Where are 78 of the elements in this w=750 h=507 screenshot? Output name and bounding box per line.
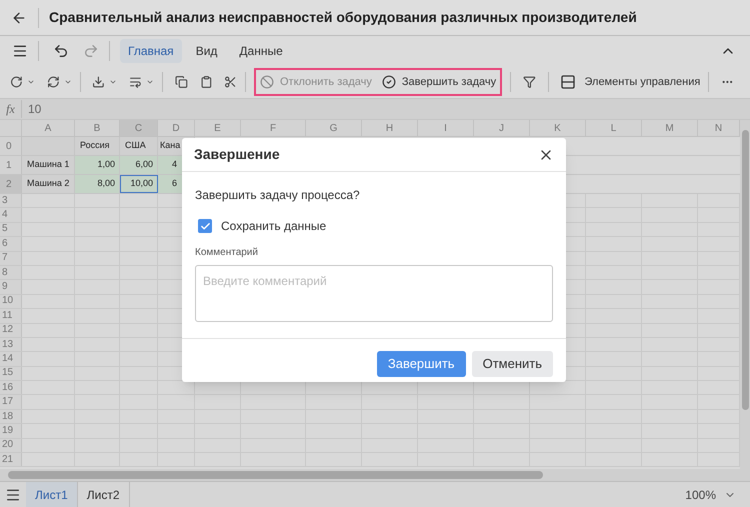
menu-icon[interactable] [12,43,28,59]
table-cell: США [120,137,158,155]
table-cell: 1,00 [75,156,120,174]
table-cell: Россия [75,137,120,155]
fx-label: fx [0,100,22,118]
column-header[interactable]: L [586,120,642,136]
controls-button[interactable]: Элементы управления [560,74,700,90]
row-header[interactable]: 12 [0,324,22,337]
column-header[interactable]: K [530,120,586,136]
complete-button[interactable]: Завершить [376,351,466,377]
vertical-scrollbar[interactable] [740,120,750,481]
table-cell: Машина 1 [22,156,75,174]
column-header[interactable]: F [241,120,306,136]
row-header[interactable]: 13 [0,338,22,352]
row-header[interactable]: 8 [0,266,22,280]
row-header[interactable]: 14 [0,352,22,366]
column-header[interactable]: A [22,120,75,136]
back-icon[interactable] [11,10,27,26]
row-header[interactable]: 0 [0,137,22,155]
check-icon [200,220,210,232]
undo-icon[interactable] [53,43,69,59]
checkbox-label[interactable]: Сохранить данные [221,217,326,235]
row-header[interactable]: 7 [0,252,22,265]
row-header[interactable]: 18 [0,410,22,424]
filter-icon[interactable] [522,74,536,90]
copy-icon[interactable] [174,74,188,90]
row-header[interactable]: 6 [0,237,22,251]
dialog-title: Завершение [194,145,280,164]
window-title: Сравнительный анализ неисправностей оборудования различных производителей [49,8,637,27]
row-header[interactable]: 9 [0,280,22,294]
sheets-menu-icon[interactable] [5,486,21,502]
table-cell: 8,00 [75,175,120,193]
sheet-tab[interactable]: Лист1 [26,482,78,507]
paste-icon[interactable] [200,74,212,90]
column-header[interactable]: C [120,120,158,136]
controls-icon [560,74,576,90]
table-cell: Машина 2 [22,175,75,193]
check-circle-icon [382,75,396,89]
menu-tab[interactable]: Данные [231,39,291,63]
comment-label: Комментарий [195,246,259,260]
refresh-icon[interactable] [10,74,23,90]
row-header[interactable]: 3 [0,194,22,208]
complete-task-button[interactable]: Завершить задачу [382,74,496,90]
checkbox[interactable] [198,219,212,233]
import-icon[interactable] [92,74,106,90]
horizontal-scrollbar[interactable] [0,469,740,481]
sync-icon[interactable] [46,74,60,90]
row-header[interactable]: 5 [0,222,22,236]
column-header[interactable]: G [306,120,362,136]
menu-tab[interactable]: Главная [120,39,182,63]
column-header[interactable]: I [418,120,474,136]
table-cell: 10,00 [120,175,158,193]
sheet-tab[interactable]: Лист2 [78,482,130,507]
block-icon [260,75,274,89]
cut-icon[interactable] [224,74,238,90]
column-header[interactable]: H [362,120,418,136]
row-header[interactable]: 11 [0,309,22,323]
column-header[interactable]: E [195,120,241,136]
comment-field[interactable]: Введите комментарий [195,265,553,322]
column-header[interactable]: J [474,120,530,136]
row-header[interactable]: 20 [0,438,22,452]
table-cell: 6,00 [120,156,158,174]
row-header[interactable]: 21 [0,453,22,466]
row-header[interactable]: 10 [0,294,22,308]
row-header[interactable]: 16 [0,381,22,394]
row-header[interactable]: 4 [0,208,22,222]
row-header[interactable]: 1 [0,156,22,174]
column-header[interactable]: D [158,120,195,136]
cancel-button[interactable]: Отменить [472,351,553,377]
row-header[interactable]: 2 [0,175,22,193]
column-header[interactable]: M [642,120,698,136]
dialog-question: Завершить задачу процесса? [195,187,361,204]
formula-value[interactable]: 10 [28,100,42,118]
zoom-level[interactable]: 100% [685,486,716,504]
row-header[interactable]: 17 [0,395,22,409]
menu-tab[interactable]: Вид [188,39,226,63]
row-header[interactable]: 19 [0,424,22,438]
row-header[interactable]: 15 [0,366,22,380]
